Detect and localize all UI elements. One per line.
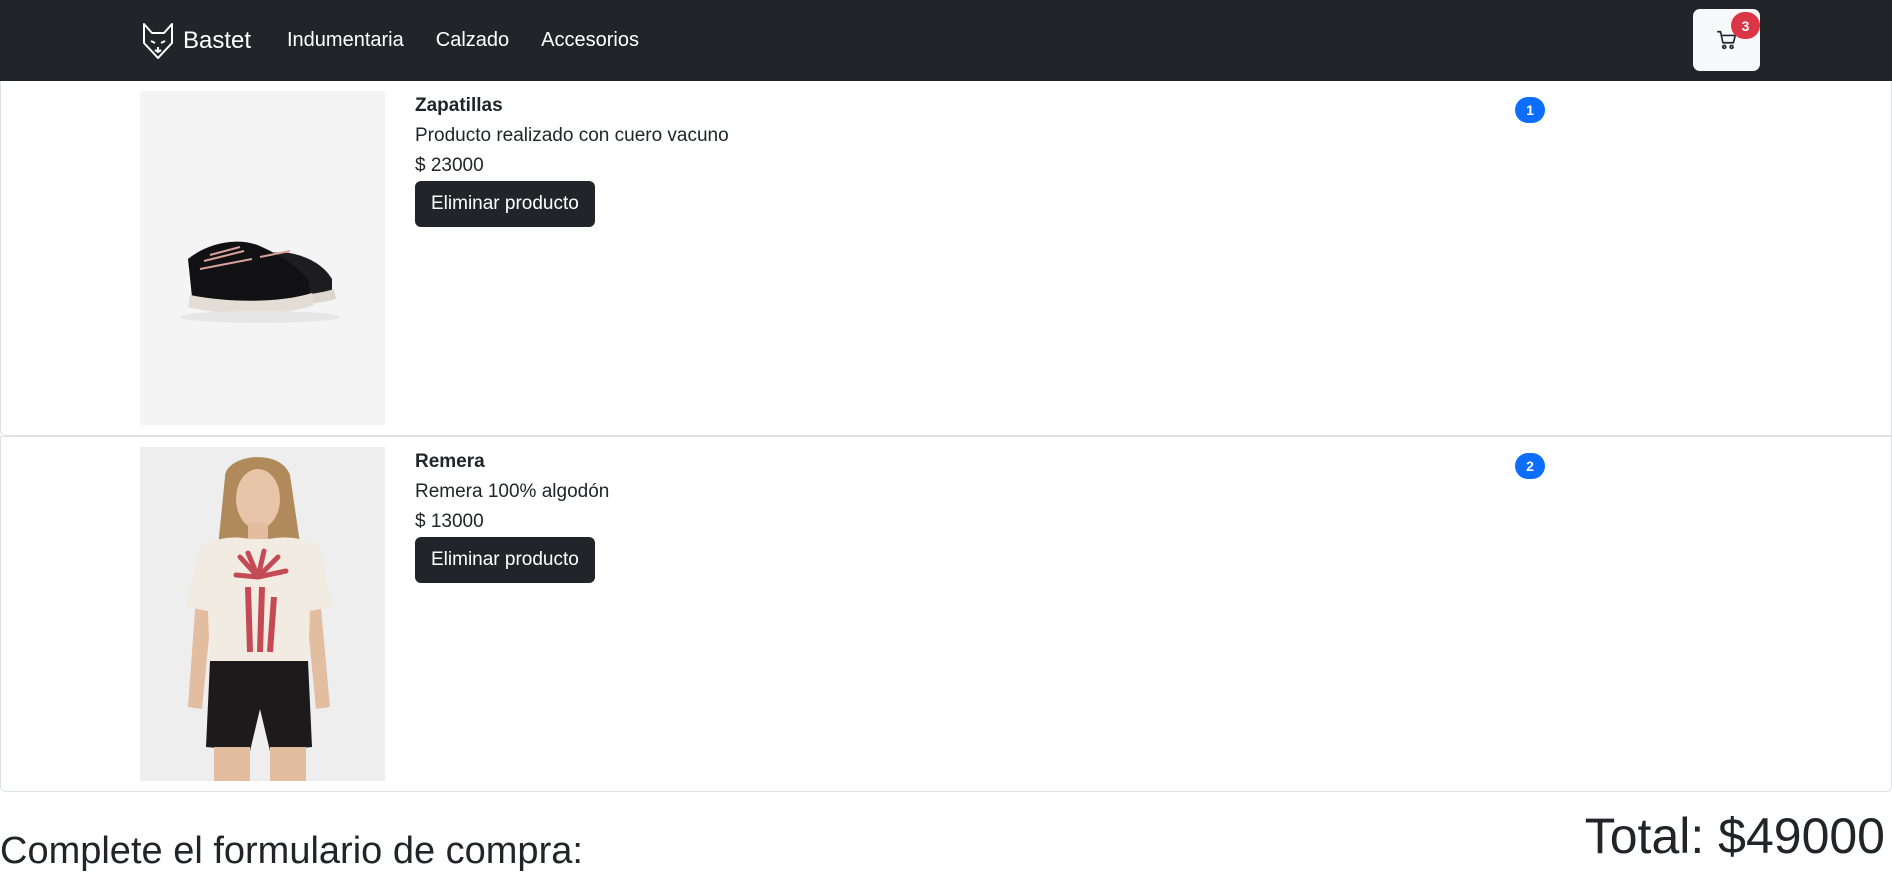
remove-product-button[interactable]: Eliminar producto	[415, 181, 595, 227]
cart-total: Total: $49000	[1584, 808, 1885, 864]
product-description: Remera 100% algodón	[415, 481, 610, 502]
navbar: Bastet Indumentaria Calzado Accesorios 3	[0, 0, 1892, 81]
product-info: Remera Remera 100% algodón $ 13000 Elimi…	[415, 451, 609, 583]
brand-link[interactable]: Bastet	[141, 20, 251, 62]
cart-button[interactable]: 3	[1693, 9, 1760, 71]
product-description: Producto realizado con cuero vacuno	[415, 125, 729, 146]
product-price: $ 13000	[415, 511, 484, 532]
nav-link-accesorios[interactable]: Accesorios	[541, 29, 639, 52]
nav-links: Indumentaria Calzado Accesorios	[287, 0, 671, 81]
product-name: Remera	[415, 451, 485, 472]
product-image-tshirt	[140, 447, 385, 781]
checkout-form-heading: Complete el formulario de compra:	[0, 830, 583, 872]
remove-product-button[interactable]: Eliminar producto	[415, 537, 595, 583]
item-number-badge: 1	[1515, 97, 1545, 123]
product-price: $ 23000	[415, 155, 484, 176]
product-name: Zapatillas	[415, 95, 503, 116]
brand-name: Bastet	[183, 27, 252, 54]
cat-face-icon	[141, 21, 175, 61]
nav-link-indumentaria[interactable]: Indumentaria	[287, 29, 404, 52]
cart-item-zapatillas: Zapatillas Producto realizado con cuero …	[0, 81, 1892, 436]
cart-count-badge: 3	[1731, 12, 1760, 39]
cart-item-remera: Remera Remera 100% algodón $ 13000 Elimi…	[0, 436, 1892, 792]
item-number-badge: 2	[1515, 453, 1545, 479]
product-image-sneakers	[140, 91, 385, 425]
nav-link-calzado[interactable]: Calzado	[436, 29, 509, 52]
product-info: Zapatillas Producto realizado con cuero …	[415, 95, 729, 227]
